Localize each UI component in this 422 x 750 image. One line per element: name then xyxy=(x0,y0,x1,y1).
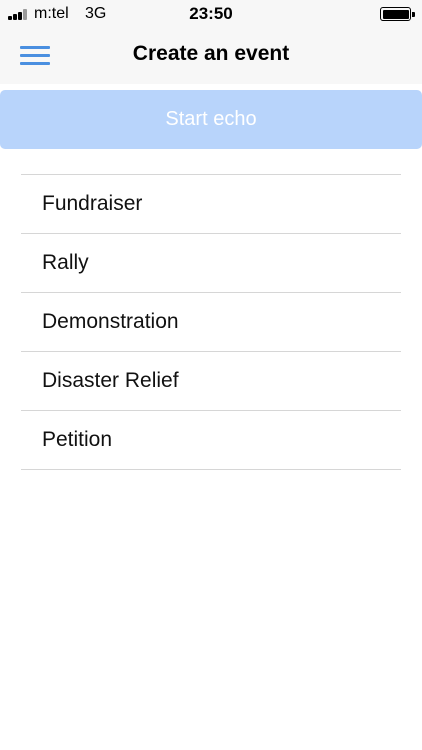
event-type-rally[interactable]: Rally xyxy=(21,234,401,293)
status-bar: m:tel 3G 23:50 xyxy=(0,0,422,28)
start-echo-button[interactable]: Start echo xyxy=(0,90,422,149)
event-type-disaster-relief[interactable]: Disaster Relief xyxy=(21,352,401,411)
status-time: 23:50 xyxy=(189,4,233,23)
event-type-fundraiser[interactable]: Fundraiser xyxy=(21,175,401,234)
event-type-petition[interactable]: Petition xyxy=(21,411,401,470)
event-type-demonstration[interactable]: Demonstration xyxy=(21,293,401,352)
page-title: Create an event xyxy=(132,42,290,65)
event-type-list: Fundraiser Rally Demonstration Disaster … xyxy=(21,174,401,470)
battery-full-icon xyxy=(380,7,415,21)
screen: m:tel 3G 23:50 Create an event Start ech… xyxy=(0,0,422,750)
navigation-bar: Create an event xyxy=(0,28,422,84)
